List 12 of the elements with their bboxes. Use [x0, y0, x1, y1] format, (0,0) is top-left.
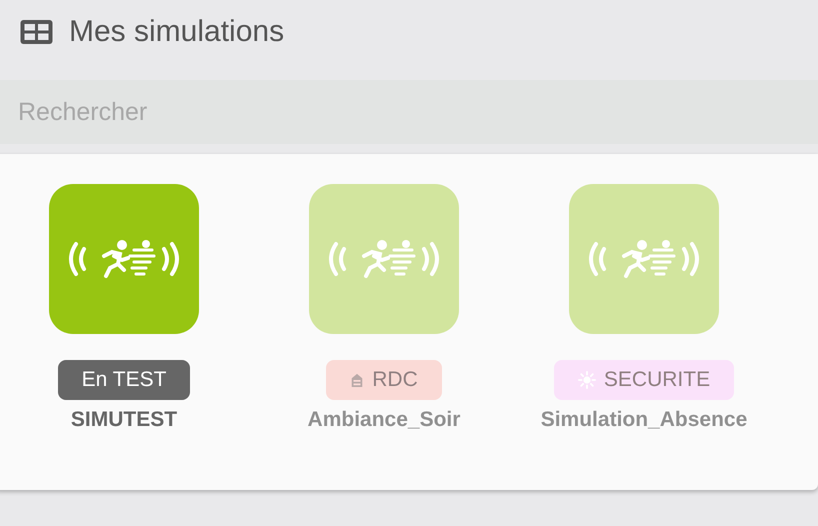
simulation-name: Simulation_Absence	[540, 408, 748, 432]
search-field[interactable]: Rechercher	[0, 80, 818, 144]
simulation-tile[interactable]	[49, 184, 199, 334]
tag-label: En TEST	[82, 368, 166, 392]
grid-icon	[20, 20, 53, 44]
tag-label: SECURITE	[604, 368, 710, 392]
tag-label: RDC	[372, 368, 418, 392]
simulation-name: Ambiance_Soir	[308, 408, 460, 432]
page-title: Mes simulations	[69, 15, 284, 49]
house-icon	[350, 372, 364, 388]
sun-icon	[578, 371, 596, 389]
simulation-name: SIMUTEST	[70, 408, 178, 432]
